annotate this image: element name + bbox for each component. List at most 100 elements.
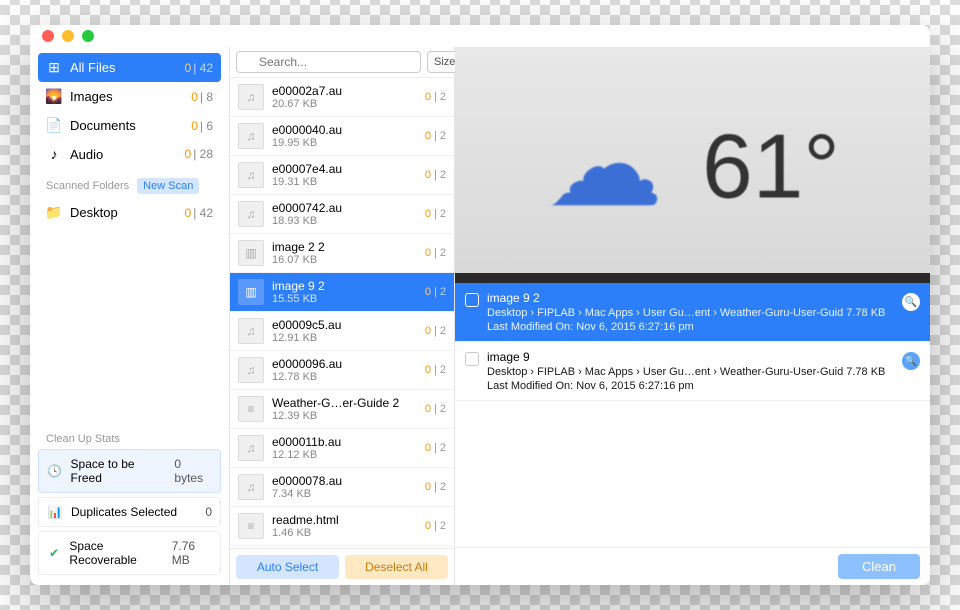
sidebar-category-documents[interactable]: 📄 Documents 0| 6 — [38, 111, 221, 140]
close-window-button[interactable] — [42, 30, 54, 42]
search-input[interactable] — [236, 51, 421, 73]
list-toolbar: Size — [230, 47, 454, 78]
file-name: e0000096.au — [272, 357, 417, 371]
cloud-icon: ☁ — [546, 97, 663, 234]
file-thumbnail: ▥ — [238, 240, 264, 266]
sidebar-item-label: Images — [70, 89, 183, 104]
file-row[interactable]: ▥ image 9 2 15.55 KB 0| 2 — [230, 273, 454, 312]
file-list[interactable]: ♫ e00002a7.au 20.67 KB 0| 2♫ e0000040.au… — [230, 78, 454, 548]
file-row[interactable]: ♫ e0000078.au 7.34 KB 0| 2 — [230, 468, 454, 507]
deselect-all-button[interactable]: Deselect All — [345, 555, 448, 579]
file-size: 12.12 KB — [272, 449, 417, 461]
zoom-window-button[interactable] — [82, 30, 94, 42]
duplicate-list-panel: Size ♫ e00002a7.au 20.67 KB 0| 2♫ e00000… — [230, 47, 455, 585]
file-name: image 2 2 — [272, 240, 417, 254]
file-size: 15.55 KB — [272, 293, 417, 305]
file-size: 7.34 KB — [272, 488, 417, 500]
doc-icon: 📄 — [46, 117, 62, 134]
sidebar-folder-desktop[interactable]: 📁 Desktop 0| 42 — [38, 198, 221, 227]
file-size: 20.67 KB — [272, 98, 417, 110]
sidebar-category-images[interactable]: 🌄 Images 0| 8 — [38, 82, 221, 111]
audio-icon: ♪ — [46, 146, 62, 162]
file-size: 12.78 KB — [272, 371, 417, 383]
duplicate-instance-row[interactable]: image 9 Desktop › FIPLAB › Mac Apps › Us… — [455, 342, 930, 401]
checkmark-circle-icon: ✔ — [47, 546, 61, 560]
sidebar: ⊞ All Files 0| 42🌄 Images 0| 8📄 Document… — [30, 47, 230, 585]
scanned-folders-header: Scanned Folders New Scan — [38, 168, 221, 198]
file-size: 16.07 KB — [272, 254, 417, 266]
scanned-folders-label: Scanned Folders — [46, 180, 129, 192]
file-row[interactable]: ≡ Weather-G…er-Guide 2 12.39 KB 0| 2 — [230, 390, 454, 429]
instance-path: Desktop › FIPLAB › Mac Apps › User Gu…en… — [487, 307, 894, 319]
instance-name: image 9 — [487, 350, 894, 364]
sidebar-item-label: All Files — [70, 60, 177, 75]
reveal-in-finder-icon[interactable]: 🔍 — [902, 352, 920, 370]
file-thumbnail: ≡ — [238, 513, 264, 539]
grid-icon: ⊞ — [46, 59, 62, 76]
file-row[interactable]: ♫ e00009c5.au 12.91 KB 0| 2 — [230, 312, 454, 351]
clock-icon: 🕓 — [47, 464, 63, 478]
instance-name: image 9 2 — [487, 291, 894, 305]
duplicate-instance-row[interactable]: image 9 2 Desktop › FIPLAB › Mac Apps › … — [455, 283, 930, 342]
reveal-in-finder-icon[interactable]: 🔍 — [902, 293, 920, 311]
file-name: e0000078.au — [272, 474, 417, 488]
file-name: image 9 2 — [272, 279, 417, 293]
file-name: e0000742.au — [272, 201, 417, 215]
instance-path: Desktop › FIPLAB › Mac Apps › User Gu…en… — [487, 366, 894, 378]
file-thumbnail: ♫ — [238, 123, 264, 149]
sidebar-category-all-files[interactable]: ⊞ All Files 0| 42 — [38, 53, 221, 82]
folder-icon: 📁 — [46, 204, 62, 221]
titlebar — [30, 25, 930, 47]
file-name: readme.html — [272, 513, 417, 527]
file-row[interactable]: ♫ e0000096.au 12.78 KB 0| 2 — [230, 351, 454, 390]
file-size: 19.95 KB — [272, 137, 417, 149]
minimize-window-button[interactable] — [62, 30, 74, 42]
file-thumbnail: ▥ — [238, 279, 264, 305]
file-thumbnail: ♫ — [238, 84, 264, 110]
file-name: e000011b.au — [272, 435, 417, 449]
file-name: e0000040.au — [272, 123, 417, 137]
auto-select-button[interactable]: Auto Select — [236, 555, 339, 579]
file-thumbnail: ♫ — [238, 357, 264, 383]
file-thumbnail: ♫ — [238, 162, 264, 188]
sidebar-category-audio[interactable]: ♪ Audio 0| 28 — [38, 140, 221, 168]
new-scan-button[interactable]: New Scan — [137, 178, 199, 194]
instance-modified: Last Modified On: Nov 6, 2015 6:27:16 pm — [487, 380, 894, 392]
file-thumbnail: ♫ — [238, 435, 264, 461]
clean-button[interactable]: Clean — [838, 554, 920, 579]
image-icon: 🌄 — [46, 88, 62, 105]
detail-panel: ☁ 61° image 9 2 Desktop › FIPLAB › Mac A… — [455, 47, 930, 585]
app-window: ⊞ All Files 0| 42🌄 Images 0| 8📄 Document… — [30, 25, 930, 585]
file-name: e00009c5.au — [272, 318, 417, 332]
file-size: 1.46 KB — [272, 527, 417, 539]
file-row[interactable]: ≡ readme.html 1.46 KB 0| 2 — [230, 507, 454, 546]
preview-pane: ☁ 61° — [455, 47, 930, 283]
cleanup-stats-header: Clean Up Stats — [38, 429, 221, 449]
sidebar-item-label: Documents — [70, 118, 183, 133]
duplicate-files-list: image 9 2 Desktop › FIPLAB › Mac Apps › … — [455, 283, 930, 547]
select-checkbox[interactable] — [465, 293, 479, 307]
file-row[interactable]: ▥ image 2 2 16.07 KB 0| 2 — [230, 234, 454, 273]
instance-modified: Last Modified On: Nov 6, 2015 6:27:16 pm — [487, 321, 894, 333]
file-size: 12.39 KB — [272, 410, 417, 422]
file-row[interactable]: ♫ e00002a7.au 20.67 KB 0| 2 — [230, 78, 454, 117]
file-size: 12.91 KB — [272, 332, 417, 344]
stat-duplicates-selected: 📊 Duplicates Selected 0 — [38, 497, 221, 527]
file-name: Weather-G…er-Guide 2 — [272, 396, 417, 410]
file-size: 19.31 KB — [272, 176, 417, 188]
file-row[interactable]: ♫ e0000040.au 19.95 KB 0| 2 — [230, 117, 454, 156]
file-row[interactable]: ♫ e00007e4.au 19.31 KB 0| 2 — [230, 156, 454, 195]
select-checkbox[interactable] — [465, 352, 479, 366]
stat-space-recoverable: ✔ Space Recoverable 7.76 MB — [38, 531, 221, 575]
file-name: e00002a7.au — [272, 84, 417, 98]
main-area: ⊞ All Files 0| 42🌄 Images 0| 8📄 Document… — [30, 47, 930, 585]
file-size: 18.93 KB — [272, 215, 417, 227]
file-thumbnail: ♫ — [238, 201, 264, 227]
file-thumbnail: ♫ — [238, 318, 264, 344]
file-row[interactable]: ♫ e000011b.au 12.12 KB 0| 2 — [230, 429, 454, 468]
file-row[interactable]: ♫ e0000742.au 18.93 KB 0| 2 — [230, 195, 454, 234]
bar-chart-icon: 📊 — [47, 505, 63, 519]
stat-space-freed: 🕓 Space to be Freed 0 bytes — [38, 449, 221, 493]
file-thumbnail: ♫ — [238, 474, 264, 500]
sidebar-item-label: Audio — [70, 147, 177, 162]
